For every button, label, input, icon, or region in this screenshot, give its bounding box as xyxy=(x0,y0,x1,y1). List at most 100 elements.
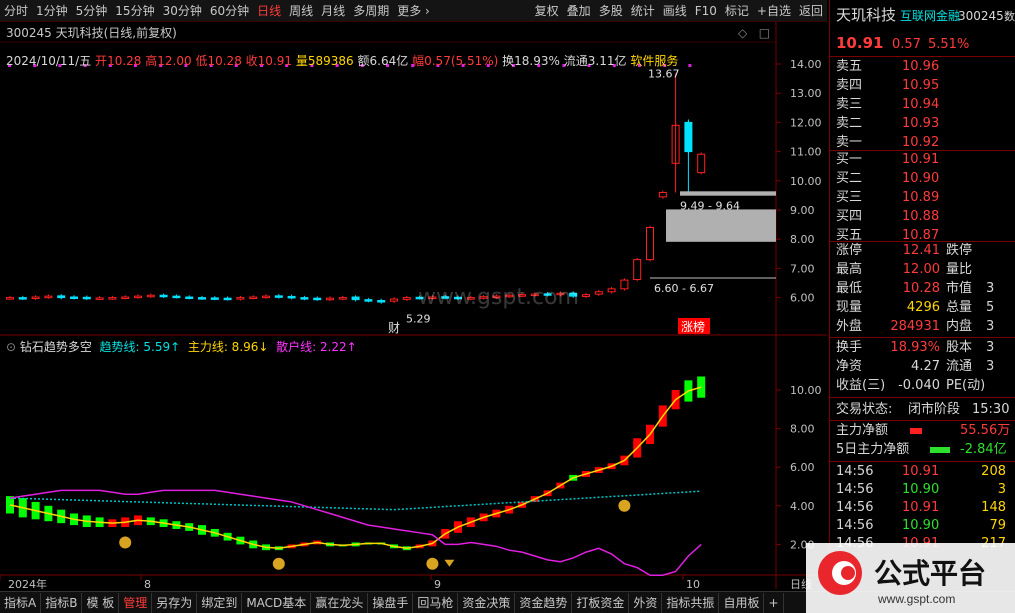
ask-price: 10.96 xyxy=(902,59,940,74)
stat-label2: 量比 xyxy=(946,262,973,277)
fin-value: 4.27 xyxy=(911,359,940,374)
kline-chart[interactable]: 14.00 13.00 12.00 11.00 10.00 9.00 8.00 7.00 6.0… xyxy=(0,22,827,589)
indicator-toggle-icon[interactable]: ⊙ xyxy=(6,340,16,354)
candle xyxy=(620,278,629,291)
toolbar-action-6[interactable]: 标记 xyxy=(721,0,753,21)
candle xyxy=(390,297,398,303)
fin-value2: 3 xyxy=(986,359,995,374)
indicator-tab-3[interactable]: 管理 xyxy=(119,592,153,613)
period-tab-0[interactable]: 分时 xyxy=(0,0,32,21)
status-row: 交易状态: 闭市阶段 15:30 xyxy=(836,401,1009,419)
panel-divider xyxy=(830,337,1015,338)
toolbar-action-2[interactable]: 多股 xyxy=(595,0,627,21)
period-tab-1[interactable]: 1分钟 xyxy=(32,0,72,21)
stock-name: 天玑科技 xyxy=(836,6,897,24)
stat-label2: 市值 xyxy=(946,281,973,296)
indicator-tab-14[interactable]: 指标共振 xyxy=(662,592,720,613)
candle xyxy=(287,294,296,300)
toolbar-action-7[interactable]: +自选 xyxy=(753,0,795,21)
stat-label: 最高 xyxy=(836,262,863,277)
toolbar-action-0[interactable]: 复权 xyxy=(531,0,563,21)
period-tab-2[interactable]: 5分钟 xyxy=(72,0,112,21)
indicator-axis-label: 4.00 xyxy=(790,500,815,513)
indicator-tab-13[interactable]: 外资 xyxy=(629,592,663,613)
stat-label2: 内盘 xyxy=(946,319,973,334)
stat-row: 外盘 284931 内盘 3 xyxy=(836,318,994,336)
price-axis-label: 14.00 xyxy=(790,58,822,71)
indicator-tab-11[interactable]: 资金趋势 xyxy=(515,592,573,613)
add-tab-button[interactable]: + xyxy=(764,592,784,613)
candle xyxy=(338,295,347,301)
indicator-axis-label: 6.00 xyxy=(790,461,815,474)
tick-row: 14:56 10.91 208 xyxy=(836,463,1006,481)
panel-divider xyxy=(830,56,1015,57)
main-flow-label: 主力净额 xyxy=(836,423,889,438)
indicator-tab-0[interactable]: 指标A xyxy=(0,592,42,613)
candle xyxy=(6,295,14,300)
candle xyxy=(262,294,270,299)
indicator-tab-4[interactable]: 另存为 xyxy=(152,592,198,613)
period-tab-6[interactable]: 日线 xyxy=(253,0,285,21)
toolbar-action-5[interactable]: F10 xyxy=(691,0,721,21)
indicator-axis-label: 8.00 xyxy=(790,423,815,436)
period-tab-10[interactable]: 更多 › xyxy=(393,0,434,21)
stat-row: 现量 4296 总量 5 xyxy=(836,299,994,317)
period-tab-8[interactable]: 月线 xyxy=(317,0,349,21)
candle xyxy=(582,292,590,299)
indicator-tab-2[interactable]: 模 板 xyxy=(82,592,120,613)
panel-divider xyxy=(830,397,1015,398)
flow-bar xyxy=(910,428,922,434)
zhangbang-text: 涨榜 xyxy=(681,319,705,334)
indicator-tab-5[interactable]: 绑定到 xyxy=(197,592,243,613)
indicator-tab-1[interactable]: 指标B xyxy=(41,592,83,613)
ask-price: 10.95 xyxy=(902,78,940,93)
money-bag-icon xyxy=(119,536,132,549)
candle xyxy=(697,152,706,175)
info-vol: 589386 xyxy=(307,54,354,68)
indicator-name[interactable]: 钻石趋势多空 xyxy=(20,340,92,354)
stat-label2: 总量 xyxy=(946,300,973,315)
stock-code: 300245 xyxy=(958,9,1004,23)
toolbar-action-8[interactable]: 返回 xyxy=(795,0,827,21)
period-tab-3[interactable]: 15分钟 xyxy=(111,0,158,21)
indicator-tab-7[interactable]: 赢在龙头 xyxy=(311,592,369,613)
indicator-tab-8[interactable]: 操盘手 xyxy=(368,592,414,613)
price-axis-label: 7.00 xyxy=(790,262,815,275)
ask-label: 卖二 xyxy=(836,116,863,131)
candle xyxy=(57,294,66,300)
toolbar-action-3[interactable]: 统计 xyxy=(627,0,659,21)
indicator-axis-label: 10.00 xyxy=(790,384,822,397)
price-axis-label: 12.00 xyxy=(790,116,822,129)
gspt-logo: 公式平台 www.gspt.com xyxy=(806,543,1015,613)
close-icon[interactable]: □ xyxy=(759,26,770,40)
indicator-tab-12[interactable]: 打板资金 xyxy=(572,592,630,613)
indicator-tab-10[interactable]: 资金决策 xyxy=(458,592,516,613)
info-close-label: 收 xyxy=(245,54,258,68)
chart-corner-icons[interactable]: ◇ □ xyxy=(738,26,770,40)
price-axis-label: 11.00 xyxy=(790,146,822,159)
period-tab-4[interactable]: 30分钟 xyxy=(159,0,206,21)
info-sector: 软件服务 xyxy=(630,54,679,68)
indicator-tab-6[interactable]: MACD基本 xyxy=(242,592,312,613)
price-axis-label: 8.00 xyxy=(790,233,815,246)
stat-value: 10.28 xyxy=(902,281,940,296)
info-close: 10.91 xyxy=(257,54,293,68)
code-extra: 数 xyxy=(1004,10,1015,23)
chart-area[interactable]: 14.00 13.00 12.00 11.00 10.00 9.00 8.00 7.00 6.0… xyxy=(0,22,827,589)
stat-value: 284931 xyxy=(890,319,940,334)
stat-label2: 跌停 xyxy=(946,243,973,258)
indicator-tab-15[interactable]: 自用板 xyxy=(719,592,765,613)
bid-row: 买一 10.91 xyxy=(836,151,939,169)
ask-label: 卖三 xyxy=(836,97,863,112)
toolbar-action-1[interactable]: 叠加 xyxy=(563,0,595,21)
panel-header: 天玑科技 互联网金融300245数 xyxy=(836,6,1015,24)
toolbar-action-4[interactable]: 画线 xyxy=(659,0,691,21)
price-row: 10.91 0.57 5.51% xyxy=(836,34,969,52)
diamond-icon[interactable]: ◇ xyxy=(738,26,747,40)
period-tab-9[interactable]: 多周期 xyxy=(349,0,393,21)
indicator-tab-9[interactable]: 回马枪 xyxy=(413,592,459,613)
price-annotation-low: 5.29 xyxy=(406,312,431,325)
period-tab-5[interactable]: 60分钟 xyxy=(206,0,253,21)
period-tab-7[interactable]: 周线 xyxy=(285,0,317,21)
candle xyxy=(300,295,309,301)
